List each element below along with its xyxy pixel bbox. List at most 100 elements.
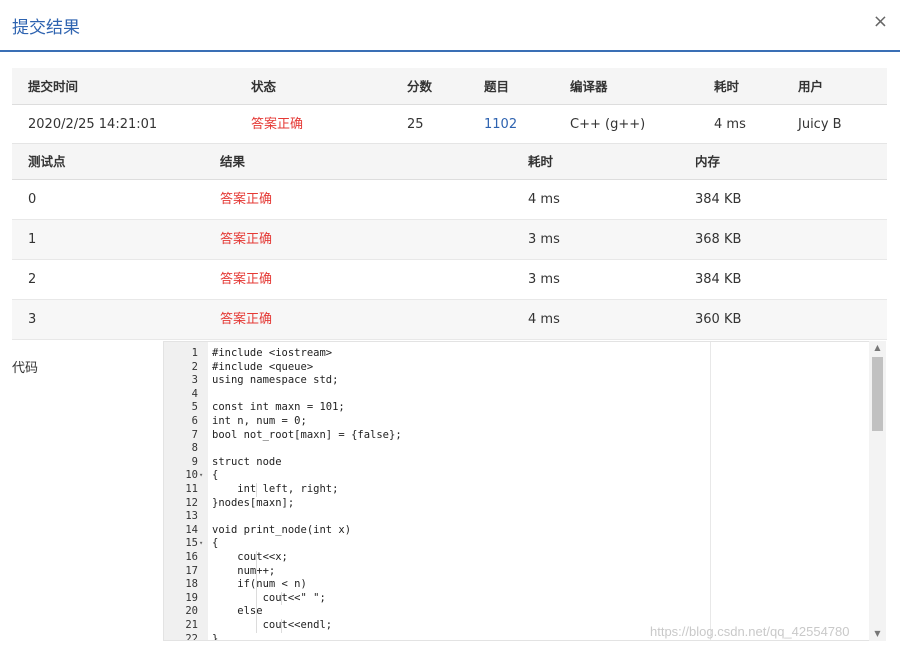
compiler: C++ (g++)	[570, 117, 646, 132]
header-memory: 内存	[695, 154, 721, 169]
code-line: 6 int n, num = 0;	[164, 415, 864, 429]
code-line: 13	[164, 510, 864, 524]
code-scrollbar[interactable]: ▲ ▼	[869, 341, 886, 641]
code-text: #include <iostream>	[212, 347, 333, 359]
problem-link[interactable]: 1102	[484, 105, 517, 144]
code-line: 3 using namespace std;	[164, 374, 864, 388]
indent-guide	[281, 591, 283, 606]
test-result: 答案正确	[220, 272, 273, 287]
test-id: 1	[28, 232, 37, 247]
line-number: 11	[185, 483, 198, 495]
summary-row: 2020/2/25 14:21:01 答案正确 25 1102 C++ (g++…	[12, 105, 887, 144]
code-line: 8	[164, 442, 864, 456]
line-number: 12	[185, 496, 198, 509]
code-line: 4	[164, 388, 864, 402]
line-number: 14	[185, 523, 198, 536]
test-time: 4 ms	[528, 192, 560, 207]
code-line: 19 cout<<" ";	[164, 592, 864, 606]
code-text: {	[212, 469, 219, 482]
line-number: 3	[191, 374, 198, 387]
test-id: 3	[28, 312, 37, 327]
fold-arrow-icon[interactable]: ▾	[199, 537, 207, 551]
code-text: cout<<x;	[212, 551, 288, 563]
code-text: cout<<endl;	[212, 619, 333, 631]
code-text: int left, right;	[212, 483, 339, 495]
code-text: {	[212, 537, 219, 550]
table-row: 0 答案正确 4 ms 384 KB	[12, 180, 887, 220]
code-line: 16 cout<<x;	[164, 551, 864, 565]
code-line: 18 if(num < n)	[164, 578, 864, 592]
status-badge: 答案正确	[251, 117, 304, 132]
line-number: 17	[185, 564, 198, 577]
code-text: }	[212, 632, 219, 641]
scroll-down-icon[interactable]: ▼	[869, 627, 886, 641]
line-number: 4	[191, 387, 198, 400]
test-result: 答案正确	[220, 192, 273, 207]
submission-summary-table: 提交时间 状态 分数 题目 编译器 耗时 用户 2020/2/25 14:21:…	[12, 68, 887, 144]
test-result: 答案正确	[220, 232, 273, 247]
tests-header-row: 测试点 结果 耗时 内存	[12, 144, 887, 180]
test-result: 答案正确	[220, 312, 273, 327]
code-line: 2 #include <queue>	[164, 361, 864, 375]
code-line: 10 ▾ {	[164, 469, 864, 483]
code-line: 12 }nodes[maxn];	[164, 497, 864, 511]
code-line: 14 void print_node(int x)	[164, 524, 864, 538]
code-text: num++;	[212, 564, 276, 577]
code-line: 1 #include <iostream>	[164, 347, 864, 361]
code-text: const int maxn = 101;	[212, 401, 345, 414]
header-user: 用户	[798, 79, 824, 94]
code-text: cout<<" ";	[212, 591, 326, 604]
summary-header-row: 提交时间 状态 分数 题目 编译器 耗时 用户	[12, 68, 887, 105]
fold-arrow-icon[interactable]: ▾	[199, 469, 207, 483]
code-line: 20 else	[164, 605, 864, 619]
code-line: 11 int left, right;	[164, 483, 864, 497]
test-time: 3 ms	[528, 232, 560, 247]
line-number: 22	[185, 632, 198, 641]
table-row: 3 答案正确 4 ms 360 KB	[12, 300, 887, 340]
watermark: https://blog.csdn.net/qq_42554780	[650, 624, 850, 639]
code-line: 15 ▾ {	[164, 537, 864, 551]
code-line: 9 struct node	[164, 456, 864, 470]
scroll-up-icon[interactable]: ▲	[869, 341, 886, 355]
code-text: #include <queue>	[212, 360, 314, 373]
line-number: 8	[191, 442, 198, 455]
modal-title: 提交结果	[12, 18, 80, 38]
line-number: 9	[191, 455, 198, 468]
test-points-table: 测试点 结果 耗时 内存 0 答案正确 4 ms 384 KB 1 答案正确 3…	[12, 144, 887, 340]
code-editor[interactable]: 1 #include <iostream> 2 #include <queue> 3 us…	[163, 341, 886, 641]
line-number: 1	[191, 347, 198, 359]
code-text: }nodes[maxn];	[212, 496, 295, 509]
code-line: 17 num++;	[164, 565, 864, 579]
header-result: 结果	[220, 154, 246, 169]
code-text: struct node	[212, 455, 282, 468]
header-status: 状态	[251, 79, 277, 94]
table-row: 2 答案正确 3 ms 384 KB	[12, 260, 887, 300]
code-line: 5 const int maxn = 101;	[164, 401, 864, 415]
code-text: if(num < n)	[212, 578, 307, 591]
line-number: 15	[185, 537, 198, 550]
line-number: 21	[185, 619, 198, 631]
code-text: using namespace std;	[212, 374, 339, 387]
line-number: 16	[185, 551, 198, 563]
test-memory: 384 KB	[695, 192, 742, 207]
line-number: 20	[185, 605, 198, 618]
line-number: 6	[191, 415, 198, 427]
line-number: 18	[185, 578, 198, 591]
indent-guide	[256, 551, 257, 633]
header-compiler: 编译器	[570, 79, 608, 94]
runtime: 4 ms	[714, 117, 746, 132]
indent-guide	[256, 483, 257, 497]
header-test-time: 耗时	[528, 154, 554, 169]
test-id: 0	[28, 192, 37, 207]
close-icon[interactable]: ×	[873, 12, 888, 32]
scrollbar-thumb[interactable]	[872, 357, 883, 431]
test-memory: 368 KB	[695, 232, 742, 247]
line-number: 7	[191, 428, 198, 441]
code-line: 7 bool not_root[maxn] = {false};	[164, 429, 864, 443]
score: 25	[407, 117, 424, 132]
test-time: 3 ms	[528, 272, 560, 287]
header-problem: 题目	[484, 79, 510, 94]
line-number: 10	[185, 469, 198, 482]
user-name: Juicy B	[798, 117, 842, 132]
code-text: else	[212, 605, 263, 618]
